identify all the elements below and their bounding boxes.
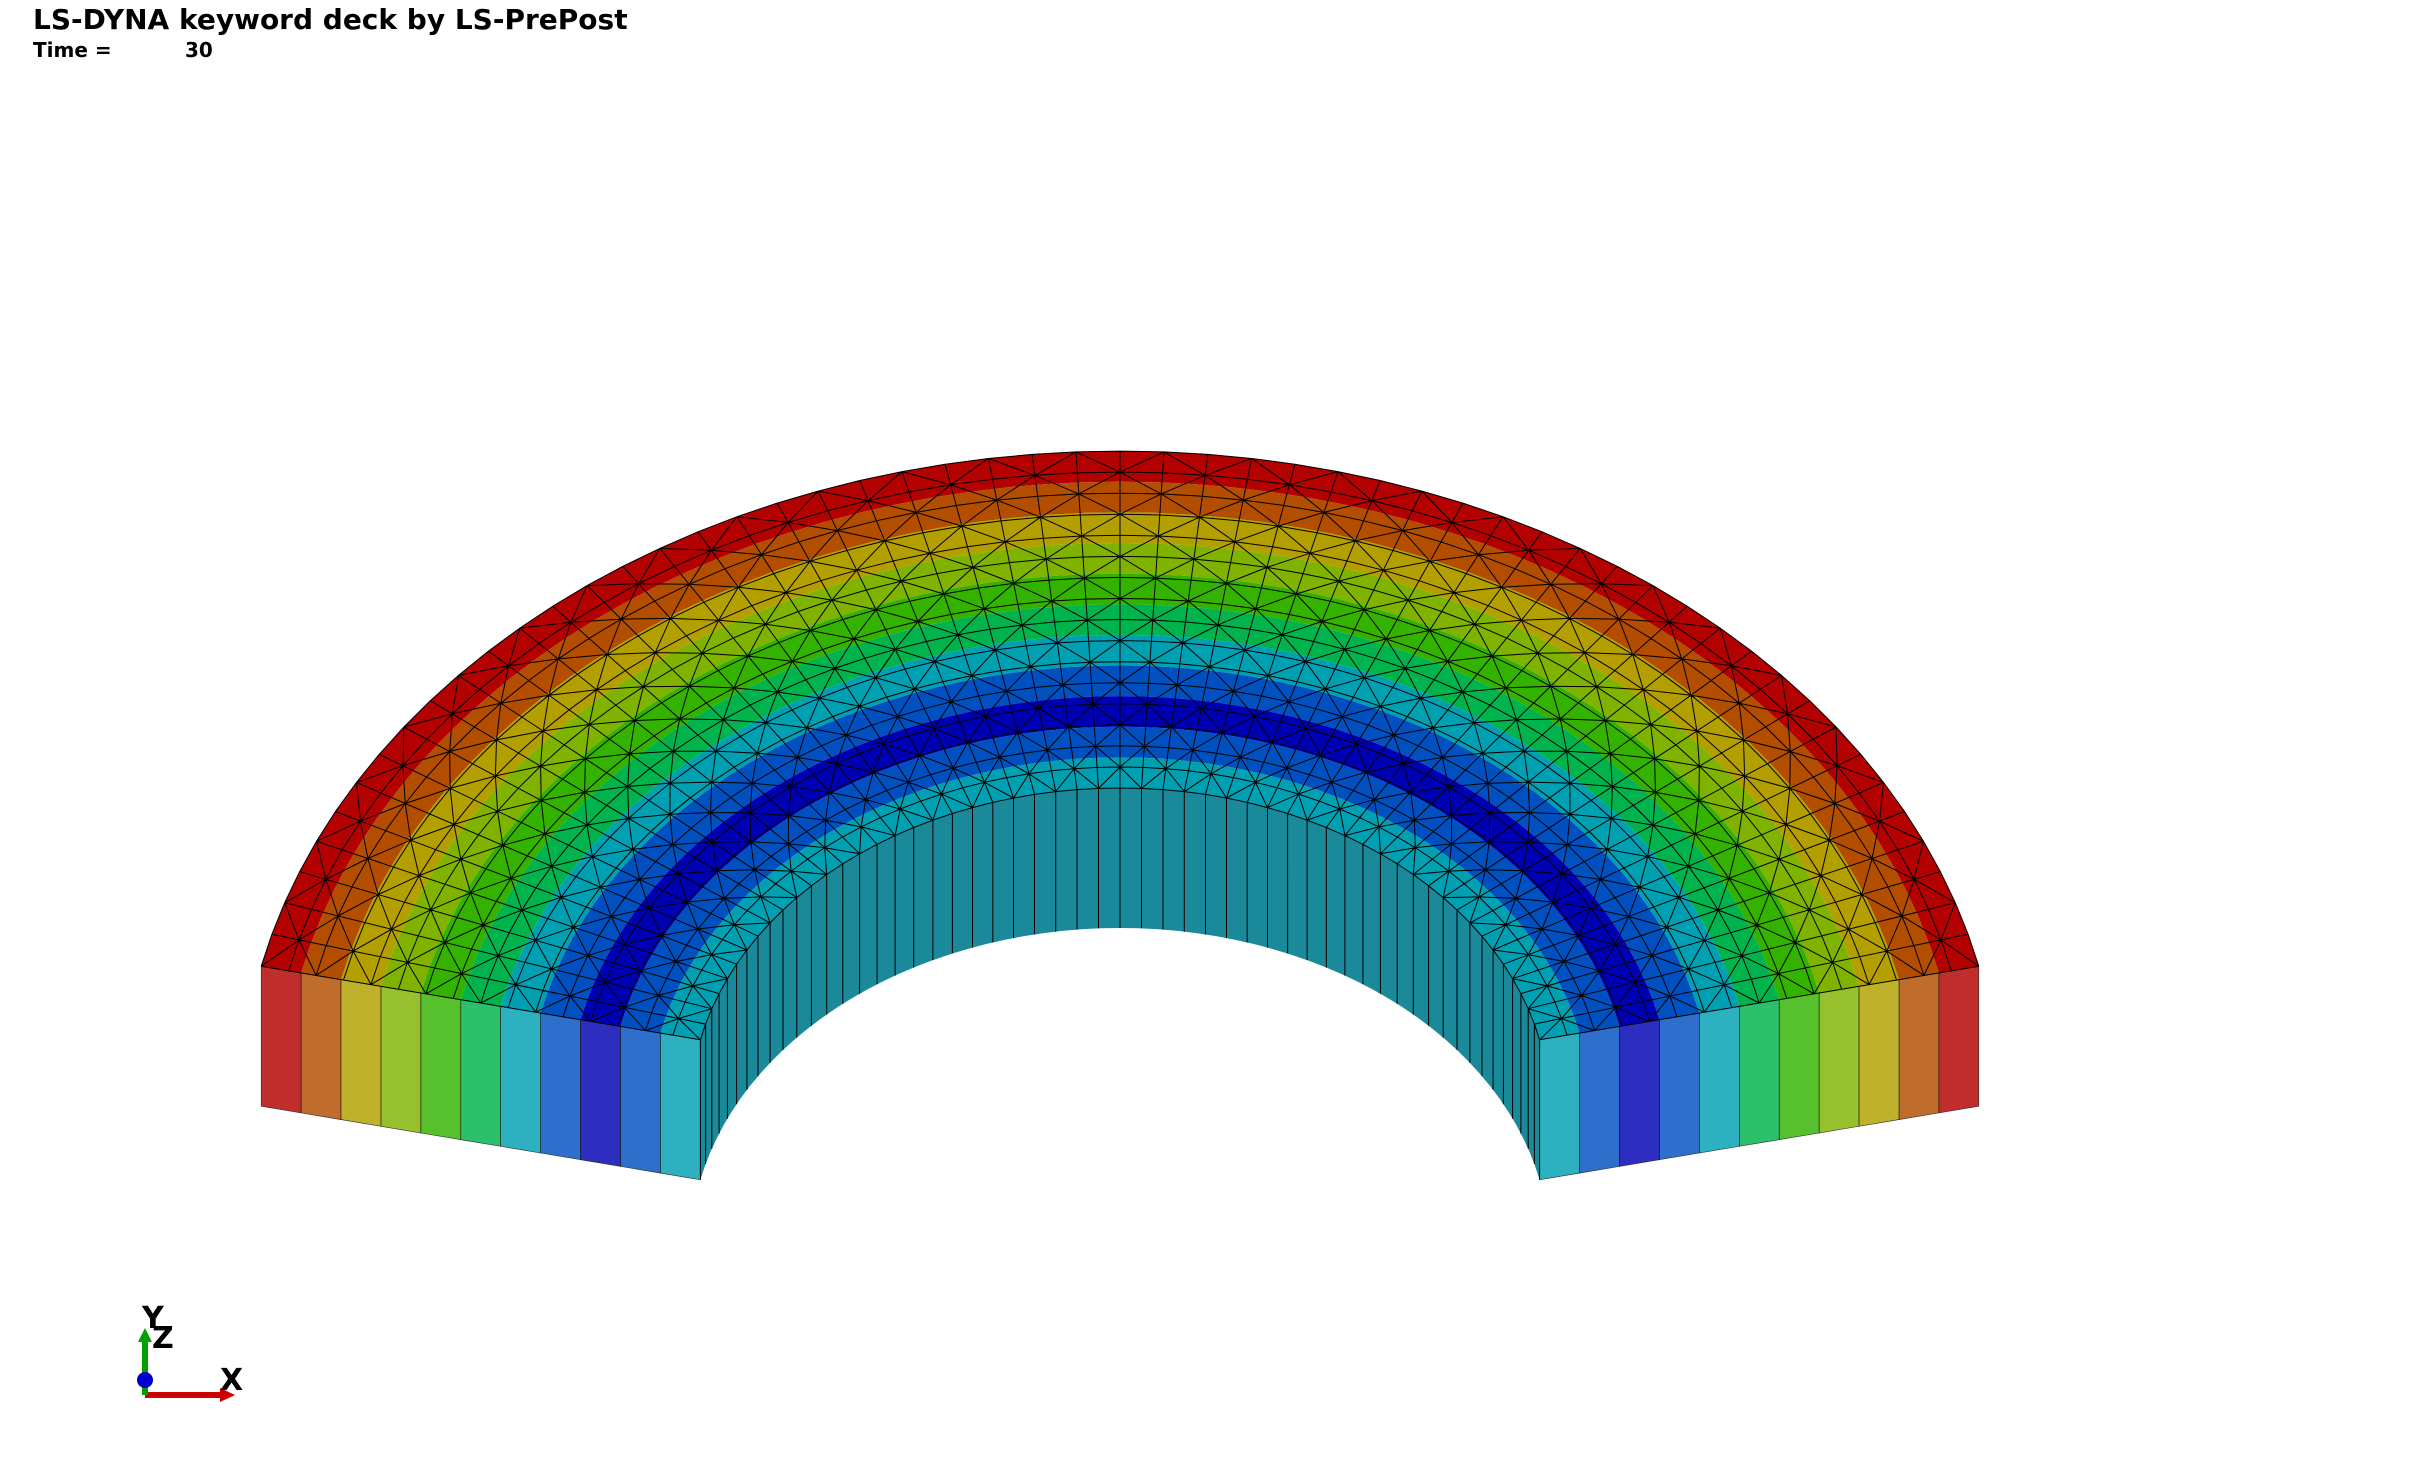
right-side-face-band bbox=[1539, 1032, 1580, 1181]
left-side-face-band bbox=[300, 972, 342, 1120]
right-side-face-band bbox=[1579, 1026, 1620, 1174]
left-side-face-band bbox=[380, 985, 422, 1134]
z-axis-label: Z bbox=[152, 1321, 174, 1356]
right-side-face-band bbox=[1619, 1019, 1660, 1167]
x-axis-label: X bbox=[220, 1363, 243, 1398]
left-side-face-band bbox=[340, 979, 382, 1127]
left-side-face-band bbox=[580, 1019, 621, 1167]
right-side-face-band bbox=[1699, 1005, 1740, 1154]
left-side-face-band bbox=[420, 992, 462, 1141]
right-side-face-band bbox=[1938, 965, 1980, 1114]
right-side-face-band bbox=[1818, 985, 1860, 1134]
left-side-face-band bbox=[620, 1026, 661, 1174]
right-side-face-band bbox=[1778, 992, 1820, 1141]
z-axis-arrow bbox=[137, 1372, 153, 1388]
right-side-face-band bbox=[1898, 972, 1940, 1120]
left-side-face-band bbox=[500, 1005, 542, 1154]
right-side-face-band bbox=[1739, 999, 1780, 1147]
right-side-face-band bbox=[1659, 1012, 1700, 1161]
coordinate-triad: X Y Z bbox=[137, 1301, 243, 1402]
left-side-face-band bbox=[540, 1012, 581, 1161]
left-side-face-band bbox=[460, 999, 502, 1147]
fem-model-render[interactable] bbox=[0, 0, 2419, 1467]
left-side-face-band bbox=[660, 1032, 701, 1181]
right-side-face-band bbox=[1858, 979, 1900, 1127]
graphics-viewport[interactable]: LS-DYNA keyword deck by LS-PrePost Time … bbox=[0, 0, 2419, 1467]
left-side-face-band bbox=[260, 965, 302, 1114]
